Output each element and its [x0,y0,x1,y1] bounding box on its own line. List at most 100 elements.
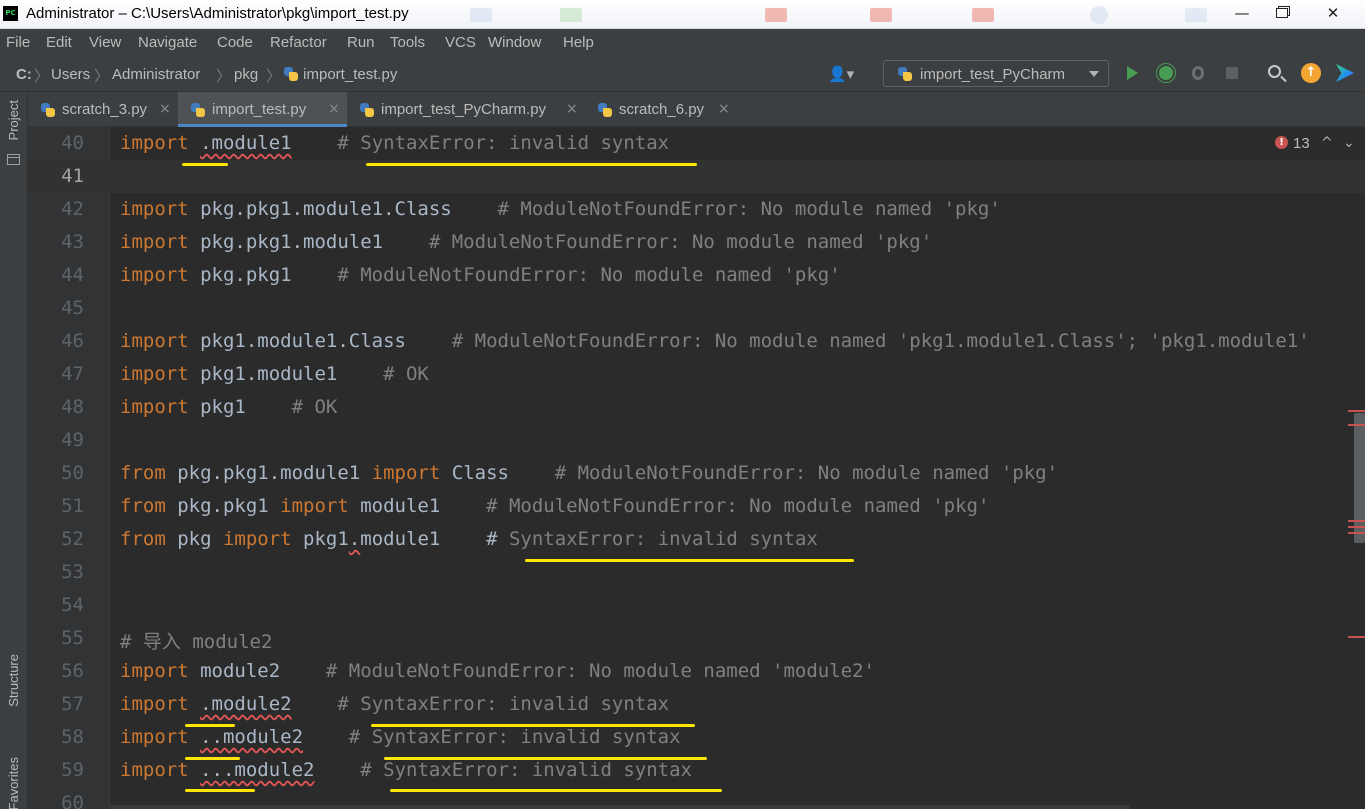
breadcrumb-separator: 〉 [216,67,232,85]
close-button[interactable]: ✕ [1310,0,1356,26]
error-stripe-mark[interactable] [1348,520,1365,522]
menu-edit[interactable]: Edit [46,34,72,51]
tab-import-test[interactable]: import_test.py × [178,92,347,127]
debug-button[interactable] [1156,63,1176,83]
maximize-button[interactable] [1262,0,1302,26]
code-text: import pkg.pkg1.module1 # ModuleNotFound… [120,231,932,253]
code-text: from pkg.pkg1 import module1 # ModuleNot… [120,495,989,517]
tab-label: scratch_3.py [62,101,148,118]
menu-navigate[interactable]: Navigate [138,34,197,51]
breadcrumb-pkg[interactable]: pkg [234,66,258,83]
code-line: 40 import .module1 # SyntaxError: invali… [28,127,1365,160]
favorites-tool-button[interactable]: Favorites [6,757,21,809]
python-file-icon [597,102,613,118]
code-line: 46 import pkg1.module1.Class # ModuleNot… [28,325,1365,358]
menu-tools[interactable]: Tools [390,34,425,51]
code-line: 49 [28,424,1365,457]
code-line: 56 import module2 # ModuleNotFoundError:… [28,655,1365,688]
coverage-button[interactable] [1189,63,1209,83]
run-button[interactable] [1122,63,1142,83]
code-line: 48 import pkg1 # OK [28,391,1365,424]
tab-import-test-pycharm[interactable]: import_test_PyCharm.py × [347,92,585,127]
annotation-underline [366,163,697,166]
error-stripe-mark[interactable] [1348,526,1365,528]
annotation-underline [185,789,255,792]
vertical-scrollbar-thumb[interactable] [1354,413,1365,543]
comment: # ModuleNotFoundError: No module named '… [428,231,933,253]
structure-tool-button[interactable]: Structure [6,654,21,707]
line-number: 58 [61,726,84,748]
keyword: from [120,528,166,550]
comment: # ModuleNotFoundError: No module named '… [325,660,875,682]
taskbar-thumb-icon [1185,8,1207,22]
code-fragment: pkg.pkg1 [188,264,338,286]
line-number: 60 [61,792,84,809]
run-configuration-label: import_test_PyCharm [920,66,1066,83]
code-line: 52 from pkg import pkg1.module1 # Syntax… [28,523,1365,556]
code-fragment [189,759,200,781]
user-account-icon[interactable]: 👤▾ [828,65,860,83]
line-number: 59 [61,759,84,781]
error-stripe-mark[interactable] [1348,636,1365,638]
code-fragment: pkg.pkg1.module1 [165,462,372,484]
keyword: import [120,264,189,286]
tab-label: import_test.py [212,101,307,118]
keyword: import [120,660,189,682]
menu-vcs[interactable]: VCS [445,34,476,51]
keyword: from [120,495,166,517]
close-tab-icon[interactable]: × [328,101,340,117]
annotation-underline [371,724,695,727]
error-stripe-mark[interactable] [1348,410,1365,412]
chevron-down-icon [1089,71,1099,77]
line-number: 47 [61,363,84,385]
run-icon [1127,66,1138,80]
breadcrumb-separator: 〉 [266,67,282,85]
keyword: import [120,132,189,154]
keyword: import [120,726,189,748]
taskbar-thumb-icon [470,8,492,22]
line-number: 53 [61,561,84,583]
minimize-button[interactable]: — [1222,0,1262,26]
breadcrumb-file[interactable]: import_test.py [283,66,397,83]
error-stripe-mark[interactable] [1348,532,1365,534]
tab-scratch-6[interactable]: scratch_6.py × [585,92,735,127]
menu-refactor[interactable]: Refactor [270,34,327,51]
keyword: import [120,363,189,385]
line-number: 46 [61,330,84,352]
search-everywhere-button[interactable] [1267,63,1287,83]
code-text: import ...module2 # SyntaxError: invalid… [120,759,692,781]
code-text: import pkg.pkg1.module1.Class # ModuleNo… [120,198,1001,220]
close-tab-icon[interactable]: × [566,101,578,117]
error-stripe-mark[interactable] [1348,424,1365,426]
breadcrumb-administrator[interactable]: Administrator [112,66,200,83]
code-editor[interactable]: ! 13 ^ ⌄ 40 import .module1 # SyntaxErro… [28,127,1365,809]
menu-code[interactable]: Code [217,34,253,51]
stop-button[interactable] [1222,63,1242,83]
code-fragment: module1 # [360,528,509,550]
keyword: from [120,462,166,484]
menu-file[interactable]: File [6,34,30,51]
taskbar-thumb-icon [1090,6,1108,24]
run-configuration-select[interactable]: import_test_PyCharm [883,60,1109,87]
close-tab-icon[interactable]: × [159,101,171,117]
menu-run[interactable]: Run [347,34,375,51]
menu-help[interactable]: Help [563,34,594,51]
annotation-underline [525,559,854,562]
menu-view[interactable]: View [89,34,121,51]
toolbox-button[interactable] [1336,63,1356,83]
coverage-icon [1192,66,1204,80]
python-file-icon [40,102,56,118]
horizontal-scrollbar[interactable] [110,805,1130,809]
tab-scratch-3[interactable]: scratch_3.py × [28,92,178,127]
update-button[interactable]: ↑ [1301,63,1321,83]
breadcrumb-users[interactable]: Users [51,66,90,83]
code-text: # 导入 module2 [120,627,272,654]
folder-icon [7,154,20,165]
breadcrumb-drive[interactable]: C: [16,66,32,83]
project-tool-button[interactable]: Project [6,100,21,140]
comment: SyntaxError: invalid syntax [371,726,681,748]
menu-window[interactable]: Window [488,34,541,51]
line-number: 56 [61,660,84,682]
keyword: import [120,693,189,715]
close-tab-icon[interactable]: × [718,101,730,117]
